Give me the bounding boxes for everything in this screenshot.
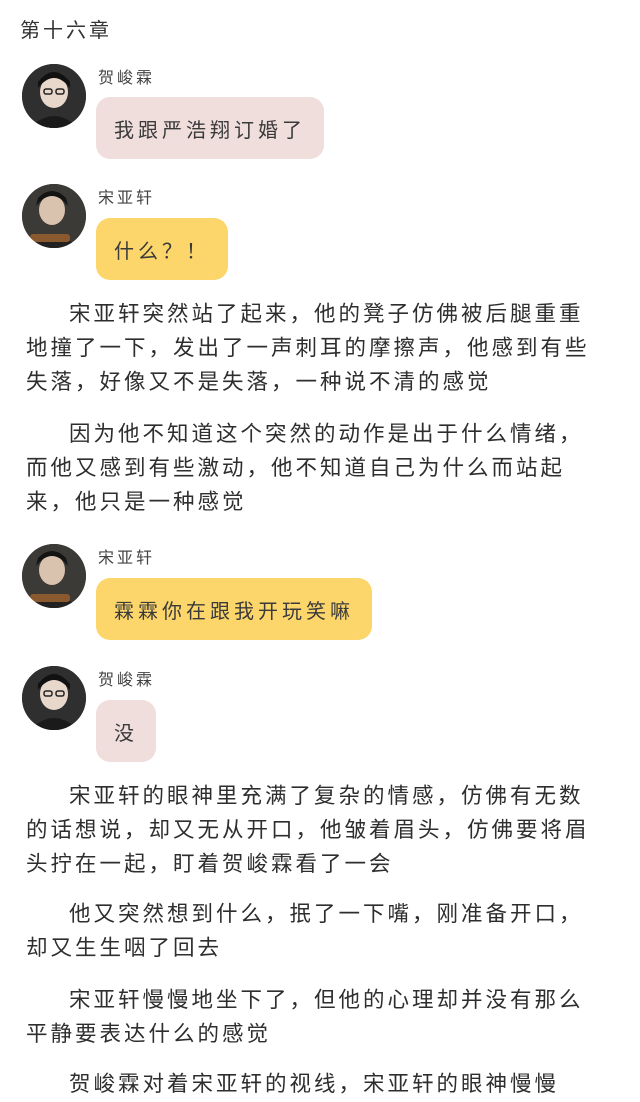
sender-name: 贺峻霖 [98,68,156,87]
story-paragraph: 贺峻霖对着宋亚轩的视线，宋亚轩的眼神慢慢 [69,1072,560,1097]
message-bubble[interactable]: 霖霖你在跟我开玩笑嘛 [96,578,372,640]
chapter-title: 第十六章 [20,18,112,42]
avatar-song-yaxuan[interactable] [22,184,86,248]
avatar-he-junlin[interactable] [22,64,86,128]
story-paragraph: 宋亚轩慢慢地坐下了，但他的心理却并没有那么平静要表达什么的感觉 [26,988,584,1047]
sender-name: 宋亚轩 [98,548,156,567]
message-bubble[interactable]: 什么？！ [96,218,228,280]
story-paragraph: 因为他不知道这个突然的动作是出于什么情绪，而他又感到有些激动，他不知道自己为什么… [26,422,584,515]
chat-message-he: 贺峻霖 没 [22,666,622,766]
avatar-photo-icon [22,666,86,730]
avatar-he-junlin[interactable] [22,666,86,730]
message-bubble[interactable]: 我跟严浩翔订婚了 [96,97,324,159]
chat-message-song: 宋亚轩 什么？！ [22,184,622,284]
avatar-photo-icon [22,64,86,128]
avatar-photo-icon [22,184,86,248]
story-paragraph: 宋亚轩的眼神里充满了复杂的情感，仿佛有无数的话想说，却又无从开口，他皱着眉头，仿… [26,784,590,877]
message-bubble[interactable]: 没 [96,700,156,762]
avatar-photo-icon [22,544,86,608]
sender-name: 贺峻霖 [98,670,156,689]
chat-message-he: 贺峻霖 我跟严浩翔订婚了 [22,64,622,164]
avatar-song-yaxuan[interactable] [22,544,86,608]
story-paragraph: 他又突然想到什么，抿了一下嘴，刚准备开口，却又生生咽了回去 [26,902,584,961]
sender-name: 宋亚轩 [98,188,156,207]
story-paragraph: 宋亚轩突然站了起来，他的凳子仿佛被后腿重重地撞了一下，发出了一声刺耳的摩擦声，他… [26,302,590,395]
chat-message-song: 宋亚轩 霖霖你在跟我开玩笑嘛 [22,544,622,644]
